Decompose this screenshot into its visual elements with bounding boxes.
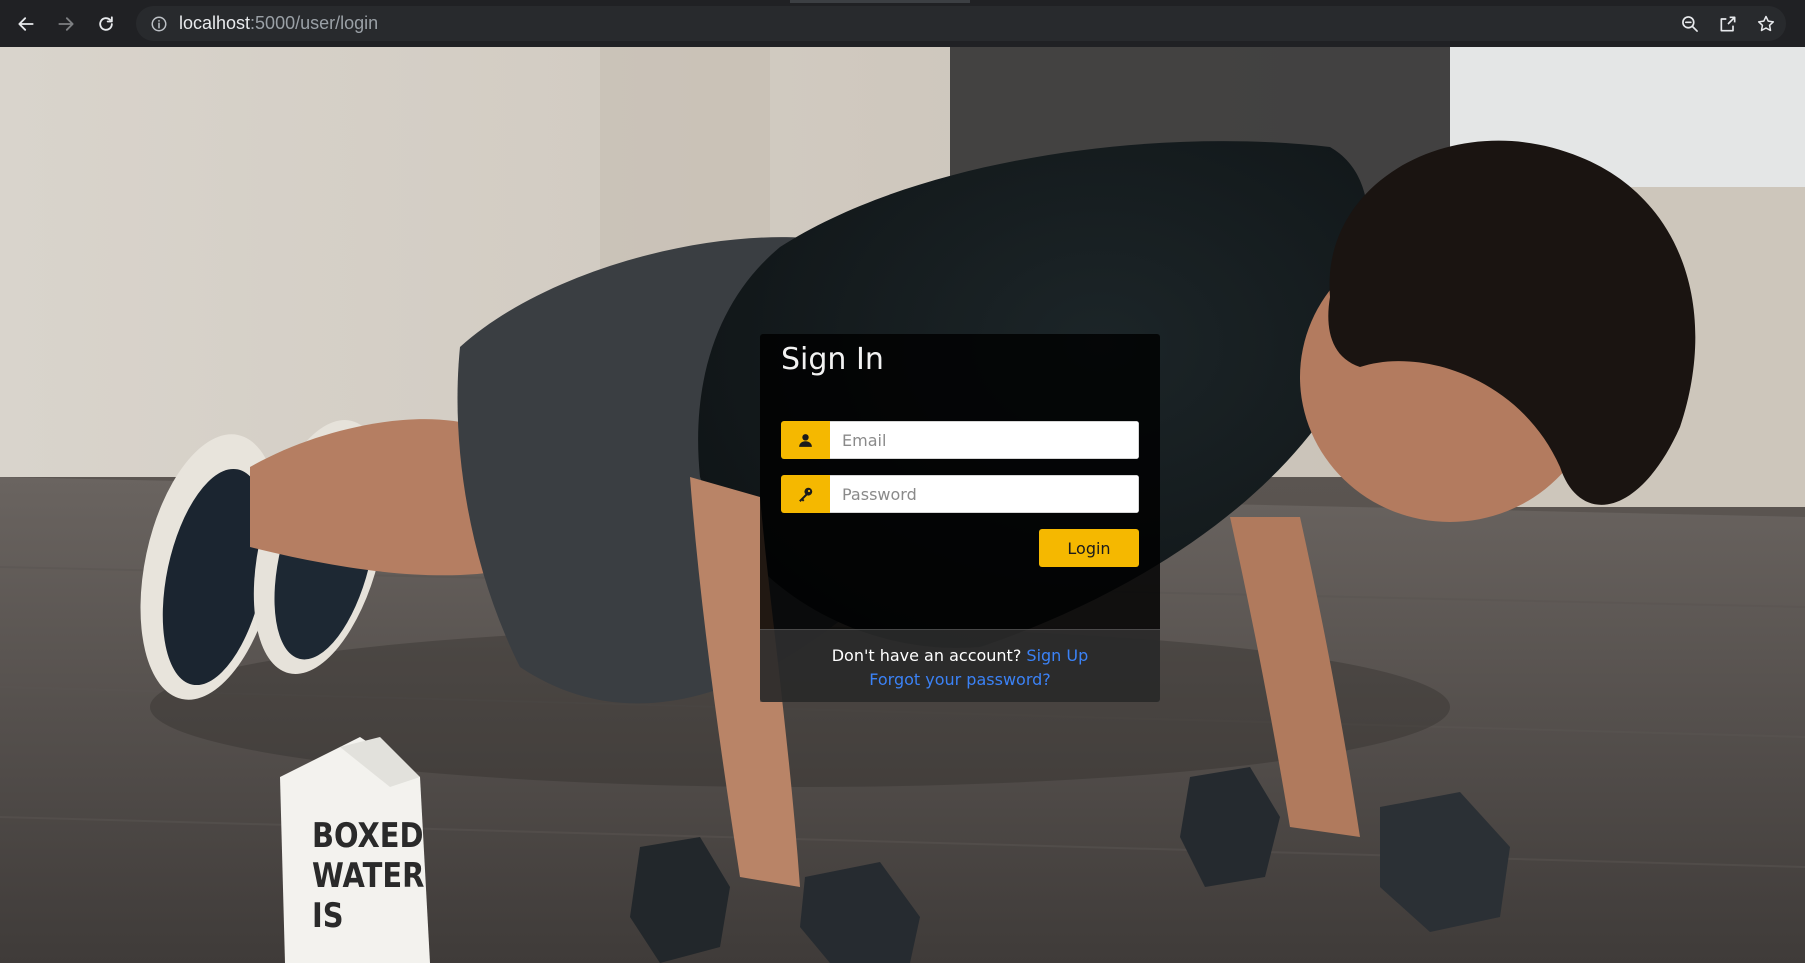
zoom-icon[interactable] <box>1680 14 1700 34</box>
info-icon[interactable] <box>150 15 168 33</box>
tab-indicator <box>790 0 970 3</box>
url-host: localhost <box>179 13 251 33</box>
forgot-password-link[interactable]: Forgot your password? <box>869 670 1051 689</box>
browser-toolbar: localhost:5000/user/login <box>0 0 1805 47</box>
password-input[interactable] <box>830 475 1139 513</box>
page-title: Sign In <box>781 342 884 377</box>
star-icon[interactable] <box>1756 14 1776 34</box>
url-text[interactable]: localhost:5000/user/login <box>179 13 378 34</box>
back-icon[interactable] <box>6 0 46 47</box>
address-bar[interactable]: localhost:5000/user/login <box>136 6 1786 41</box>
user-icon <box>781 421 830 459</box>
signup-link[interactable]: Sign Up <box>1026 646 1088 665</box>
url-path: :5000/user/login <box>250 13 379 33</box>
signup-line: Don't have an account? Sign Up <box>760 644 1160 668</box>
login-button[interactable]: Login <box>1039 529 1139 567</box>
login-card: Sign In Login Don't have an account? Sig… <box>760 334 1160 702</box>
card-footer: Don't have an account? Sign Up Forgot yo… <box>760 629 1160 702</box>
share-icon[interactable] <box>1718 14 1738 34</box>
reload-icon[interactable] <box>86 0 126 47</box>
forward-icon[interactable] <box>46 0 86 47</box>
password-field-group <box>781 475 1139 513</box>
no-account-text: Don't have an account? <box>831 646 1022 665</box>
email-field-group <box>781 421 1139 459</box>
email-input[interactable] <box>830 421 1139 459</box>
key-icon <box>781 475 830 513</box>
